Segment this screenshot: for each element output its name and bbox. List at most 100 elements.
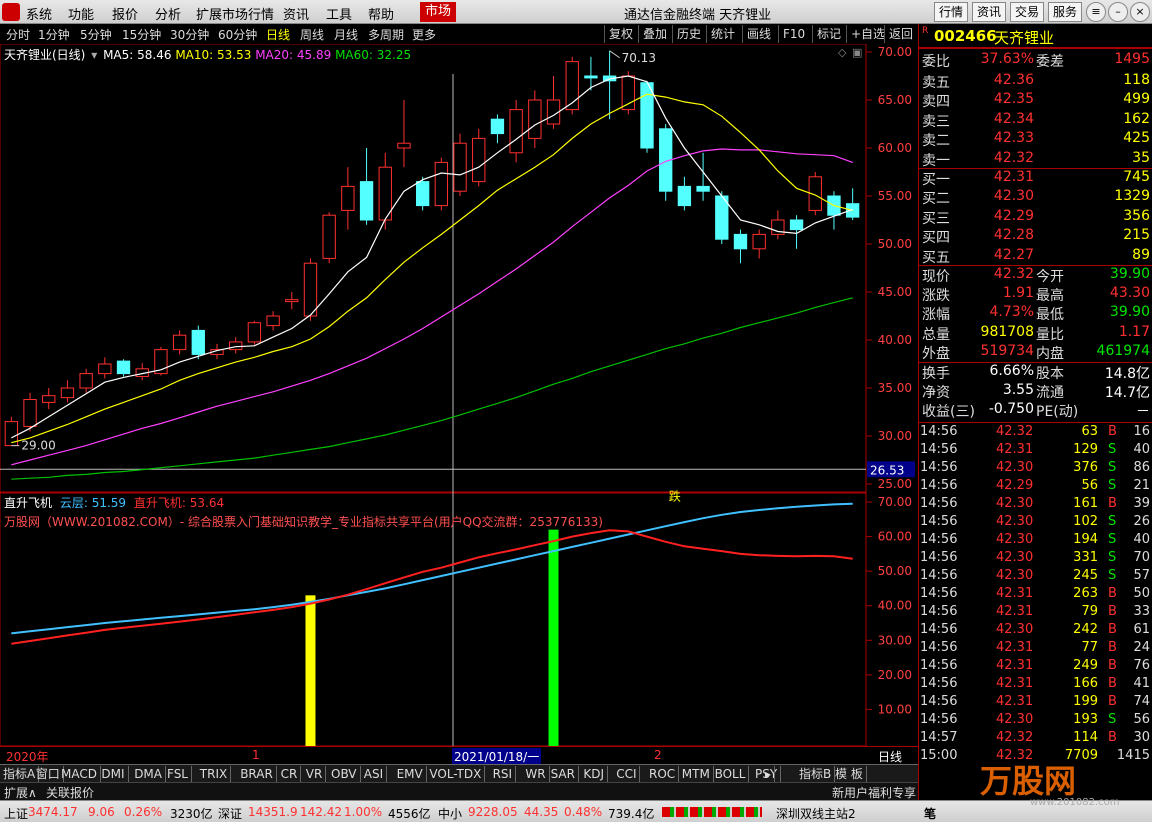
market-button[interactable]: 市场 (420, 2, 456, 22)
tick-price: 42.31 (996, 658, 1034, 673)
indicator-tab-trix[interactable]: TRIX (197, 766, 232, 782)
indicator-tab-cci[interactable]: CCI (613, 766, 641, 782)
tick-row: 14:56 42.30 102 S 26 (920, 514, 1152, 532)
menu-analysis[interactable]: 分析 (155, 4, 181, 23)
period-more[interactable]: 更多 (412, 26, 436, 43)
tick-count: 33 (1133, 604, 1150, 619)
status-bar: 上证 3474.17 9.06 0.26% 3230亿 深证 14351.9 1… (0, 800, 1152, 822)
indicator-tab-wr[interactable]: WR (522, 766, 550, 782)
tick-row: 14:56 42.30 161 B 39 (920, 496, 1152, 514)
period-day[interactable]: 日线 (266, 26, 290, 43)
service-tab-button[interactable]: 服务 (1048, 2, 1083, 22)
period-month[interactable]: 月线 (334, 26, 358, 43)
candle-body-up (397, 142, 411, 149)
indicator-legend: 直升飞机 云层: 51.59 直升飞机: 53.64 (4, 494, 224, 511)
adjust-button[interactable]: 复权 (604, 25, 637, 43)
overlay-button[interactable]: 叠加 (638, 25, 671, 43)
tick-count: 26 (1133, 514, 1150, 529)
ask-volume: 118 (1123, 72, 1150, 88)
news-tab-button[interactable]: 资讯 (972, 2, 1007, 22)
indicator-tab-mtm[interactable]: MTM (679, 766, 714, 782)
indicator-tab-vr[interactable]: VR (303, 766, 327, 782)
bid-volume: 1329 (1114, 188, 1150, 205)
template-tab[interactable]: 模 板 (832, 766, 867, 782)
sz-index-amount: 4556亿 (388, 807, 431, 821)
indicator-tab-kdj[interactable]: KDJ (580, 766, 609, 782)
period-1min[interactable]: 1分钟 (38, 26, 70, 43)
bid-price: 42.27 (993, 246, 1034, 263)
ask-row: 卖二 42.33 425 (920, 130, 1152, 149)
candle-body-down (696, 185, 710, 192)
period-5min[interactable]: 5分钟 (80, 26, 112, 43)
tick-row: 14:56 42.31 77 B 24 (920, 640, 1152, 658)
indicator-b-tab[interactable]: 指标B (796, 766, 836, 782)
stat-row: 现价 42.32 今开 39.90 (920, 266, 1152, 285)
indicator-tab-macd[interactable]: MACD (58, 766, 101, 782)
price-axis-label: 40.00 (878, 333, 912, 347)
indicator-tab-dmi[interactable]: DMI (98, 766, 129, 782)
indicator-tab-rsi[interactable]: RSI (490, 766, 517, 782)
menu-tools[interactable]: 工具 (326, 4, 352, 23)
add-favorite-button[interactable]: +自选 (846, 25, 889, 43)
kline-chart[interactable]: 70.00 65.00 60.00 55.00 50.00 45.00 40.00 35.00… (0, 44, 918, 746)
menu-function[interactable]: 功能 (68, 4, 94, 23)
dropdown-icon[interactable]: ▾ (91, 48, 97, 62)
tick-row: 14:56 42.30 242 B 61 (920, 622, 1152, 640)
indicator-tab-brar[interactable]: BRAR (237, 766, 277, 782)
back-button[interactable]: 返回 (884, 25, 917, 43)
quote-tab-button[interactable]: 行情 (934, 2, 969, 22)
promo-link[interactable]: 新用户福利专享 (832, 784, 916, 801)
indicator-tab-emv[interactable]: EMV (394, 766, 427, 782)
menu-system[interactable]: 系统 (26, 4, 52, 23)
cursor-date-label: 2021/01/18/一 (452, 748, 542, 765)
indicator-tab-roc[interactable]: ROC (646, 766, 680, 782)
indicator-tab-obv[interactable]: OBV (328, 766, 361, 782)
menu-news[interactable]: 资讯 (283, 4, 309, 23)
menu-quote[interactable]: 报价 (112, 4, 138, 23)
period-15min[interactable]: 15分钟 (122, 26, 161, 43)
draw-line-button[interactable]: 画线 (742, 25, 775, 43)
tick-volume: 242 (1073, 622, 1098, 637)
menu-icon[interactable]: ≡ (1086, 2, 1106, 22)
related-quote-button[interactable]: 关联报价 (46, 784, 94, 801)
tab-scroll-icon[interactable]: ▸ (762, 766, 776, 782)
market-breadth-icon (662, 807, 762, 817)
low-price-label: 29.00 (21, 439, 55, 453)
bid-price: 42.30 (993, 188, 1034, 205)
pen-key-label: 笔 (924, 807, 937, 821)
history-button[interactable]: 历史 (672, 25, 705, 43)
period-tick[interactable]: 分时 (6, 26, 30, 43)
tick-side: S (1108, 568, 1117, 583)
menu-help[interactable]: 帮助 (368, 4, 394, 23)
minimize-icon[interactable]: – (1108, 2, 1128, 22)
sz-index-label: 深证 (218, 807, 243, 821)
period-week[interactable]: 周线 (300, 26, 324, 43)
ask-volume: 162 (1123, 110, 1150, 127)
f10-button[interactable]: F10 (778, 25, 809, 43)
period-30min[interactable]: 30分钟 (170, 26, 209, 43)
period-toolbar: 分时 1分钟 5分钟 15分钟 30分钟 60分钟 日线 周线 月线 多周期 更… (0, 24, 918, 44)
indicator-tab-fsl[interactable]: FSL (164, 766, 192, 782)
period-multi[interactable]: 多周期 (368, 26, 404, 43)
trade-tab-button[interactable]: 交易 (1010, 2, 1045, 22)
ask-price: 42.32 (993, 149, 1034, 166)
stock-period-label: 天齐锂业(日线) (4, 48, 86, 62)
indicator-tab-cr[interactable]: CR (278, 766, 302, 782)
close-icon[interactable]: × (1130, 2, 1150, 22)
indicator-tab-sar[interactable]: SAR (548, 766, 579, 782)
sh-index-amount: 3230亿 (170, 807, 213, 821)
crosshair-price-label: 26.53 (870, 463, 904, 477)
indicator-tab-asi[interactable]: ASI (361, 766, 388, 782)
indicator-tab-boll[interactable]: BOLL (712, 766, 750, 782)
tick-count: 57 (1133, 568, 1150, 583)
indicator-tab-vol-tdx[interactable]: VOL-TDX (426, 766, 486, 782)
expand-button[interactable]: 扩展∧ (4, 784, 37, 801)
mark-button[interactable]: 标记 (812, 25, 845, 43)
stats-button[interactable]: 统计 (706, 25, 739, 43)
menu-ext-market[interactable]: 扩展市场行情 (196, 4, 274, 23)
candle-body-down (191, 329, 205, 355)
period-60min[interactable]: 60分钟 (218, 26, 257, 43)
indicator-axis-label: 60.00 (878, 530, 912, 544)
tick-row: 14:56 42.30 194 S 40 (920, 532, 1152, 550)
indicator-tab-dma[interactable]: DMA (131, 766, 166, 782)
